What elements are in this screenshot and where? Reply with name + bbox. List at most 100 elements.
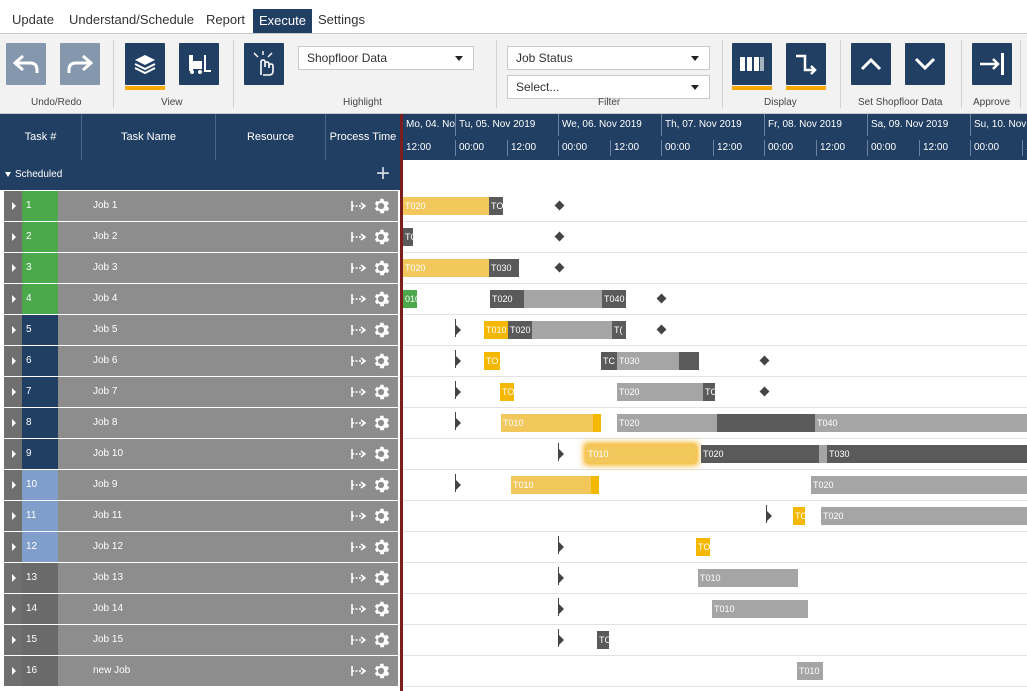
expand-row-icon[interactable] (4, 315, 22, 345)
dependency-arrow-icon[interactable] (350, 571, 368, 585)
approve-button[interactable] (972, 43, 1012, 85)
dependency-arrow-icon[interactable] (350, 261, 368, 275)
gantt-task-bar[interactable]: 010 (403, 290, 417, 308)
expand-row-icon[interactable] (4, 625, 22, 655)
gear-icon[interactable] (372, 228, 390, 246)
gantt-task-bar[interactable] (819, 445, 827, 463)
gear-icon[interactable] (372, 476, 390, 494)
gantt-task-bar[interactable]: T010 (501, 414, 593, 432)
gantt-task-bar[interactable]: T020 (617, 414, 717, 432)
gear-icon[interactable] (372, 507, 390, 525)
dependency-arrow-icon[interactable] (350, 385, 368, 399)
expand-row-icon[interactable] (4, 377, 22, 407)
display-columns-button[interactable] (732, 43, 772, 90)
table-row[interactable]: 13 Job 13 (4, 563, 398, 593)
gantt-task-bar[interactable]: T030 (827, 445, 1027, 463)
gear-icon[interactable] (372, 259, 390, 277)
gear-icon[interactable] (372, 631, 390, 649)
milestone-diamond-icon[interactable] (554, 262, 565, 273)
menu-execute[interactable]: Execute (253, 9, 312, 33)
gantt-task-bar[interactable] (593, 414, 601, 432)
gantt-task-bar[interactable]: T010 (797, 662, 823, 680)
gear-icon[interactable] (372, 662, 390, 680)
gantt-task-bar[interactable]: T040 (602, 290, 626, 308)
expand-row-icon[interactable] (4, 501, 22, 531)
gear-icon[interactable] (372, 383, 390, 401)
dependency-arrow-icon[interactable] (350, 540, 368, 554)
gantt-task-bar[interactable]: T010 (712, 600, 808, 618)
table-row[interactable]: 7 Job 7 (4, 377, 398, 407)
gantt-task-bar[interactable]: TO (403, 228, 413, 246)
display-connector-button[interactable] (786, 43, 826, 90)
table-row[interactable]: 10 Job 9 (4, 470, 398, 500)
column-header-task-name[interactable]: Task Name (82, 114, 216, 160)
move-down-button[interactable] (905, 43, 945, 85)
gantt-task-bar[interactable]: T010 (484, 321, 508, 339)
gear-icon[interactable] (372, 600, 390, 618)
redo-button[interactable] (60, 43, 100, 85)
gear-icon[interactable] (372, 290, 390, 308)
expand-row-icon[interactable] (4, 470, 22, 500)
menu-update[interactable]: Update (12, 8, 54, 32)
gear-icon[interactable] (372, 445, 390, 463)
milestone-diamond-icon[interactable] (554, 200, 565, 211)
gantt-task-bar[interactable]: TO (703, 383, 715, 401)
dependency-arrow-icon[interactable] (350, 199, 368, 213)
gantt-task-bar[interactable]: T020 (403, 259, 489, 277)
dependency-arrow-icon[interactable] (350, 447, 368, 461)
gantt-task-bar[interactable] (717, 414, 815, 432)
table-row[interactable]: 11 Job 11 (4, 501, 398, 531)
table-row[interactable]: 8 Job 8 (4, 408, 398, 438)
gantt-task-bar[interactable]: T040 (815, 414, 1027, 432)
column-header-task-number[interactable]: Task # (0, 114, 82, 160)
gantt-task-bar[interactable]: T020 (821, 507, 1027, 525)
expand-row-icon[interactable] (4, 408, 22, 438)
gantt-task-bar[interactable] (679, 352, 699, 370)
expand-row-icon[interactable] (4, 284, 22, 314)
gantt-task-bar[interactable]: T020 (490, 290, 524, 308)
menu-understand-schedule[interactable]: Understand/Schedule (69, 8, 194, 32)
move-up-button[interactable] (851, 43, 891, 85)
dependency-arrow-icon[interactable] (350, 230, 368, 244)
gear-icon[interactable] (372, 197, 390, 215)
dependency-arrow-icon[interactable] (350, 602, 368, 616)
dependency-arrow-icon[interactable] (350, 509, 368, 523)
milestone-diamond-icon[interactable] (554, 231, 565, 242)
menu-report[interactable]: Report (206, 8, 245, 32)
table-row[interactable]: 2 Job 2 (4, 222, 398, 252)
gantt-task-bar[interactable]: T020 (617, 383, 703, 401)
gear-icon[interactable] (372, 569, 390, 587)
gantt-task-bar[interactable]: TO (489, 197, 503, 215)
table-row[interactable]: 1 Job 1 (4, 191, 398, 221)
gantt-task-bar[interactable]: TO (696, 538, 710, 556)
scheduled-section-header[interactable]: Scheduled + (0, 160, 400, 190)
expand-row-icon[interactable] (4, 532, 22, 562)
dependency-arrow-icon[interactable] (350, 354, 368, 368)
table-row[interactable]: 12 Job 12 (4, 532, 398, 562)
dependency-arrow-icon[interactable] (350, 633, 368, 647)
layers-view-button[interactable] (125, 43, 165, 90)
expand-row-icon[interactable] (4, 253, 22, 283)
highlight-select[interactable]: Shopfloor Data (298, 46, 474, 70)
gantt-task-bar[interactable]: T030 (489, 259, 519, 277)
job-status-filter-select[interactable]: Job Status (507, 46, 710, 70)
expand-row-icon[interactable] (4, 191, 22, 221)
gantt-task-bar[interactable] (532, 321, 612, 339)
gantt-task-bar[interactable]: T( (612, 321, 626, 339)
undo-button[interactable] (6, 43, 46, 85)
gantt-task-bar[interactable]: TC (601, 352, 617, 370)
menu-settings[interactable]: Settings (318, 8, 365, 32)
gantt-task-bar[interactable]: TO (484, 352, 500, 370)
table-row[interactable]: 4 Job 4 (4, 284, 398, 314)
expand-row-icon[interactable] (4, 594, 22, 624)
gear-icon[interactable] (372, 321, 390, 339)
milestone-diamond-icon[interactable] (656, 293, 667, 304)
dependency-arrow-icon[interactable] (350, 292, 368, 306)
milestone-diamond-icon[interactable] (759, 386, 770, 397)
column-header-process-time[interactable]: Process Time (326, 114, 400, 160)
dependency-arrow-icon[interactable] (350, 323, 368, 337)
gantt-task-bar[interactable]: T010 (511, 476, 591, 494)
gear-icon[interactable] (372, 414, 390, 432)
gantt-task-bar[interactable]: T020 (508, 321, 532, 339)
filter-value-select[interactable]: Select... (507, 75, 710, 99)
